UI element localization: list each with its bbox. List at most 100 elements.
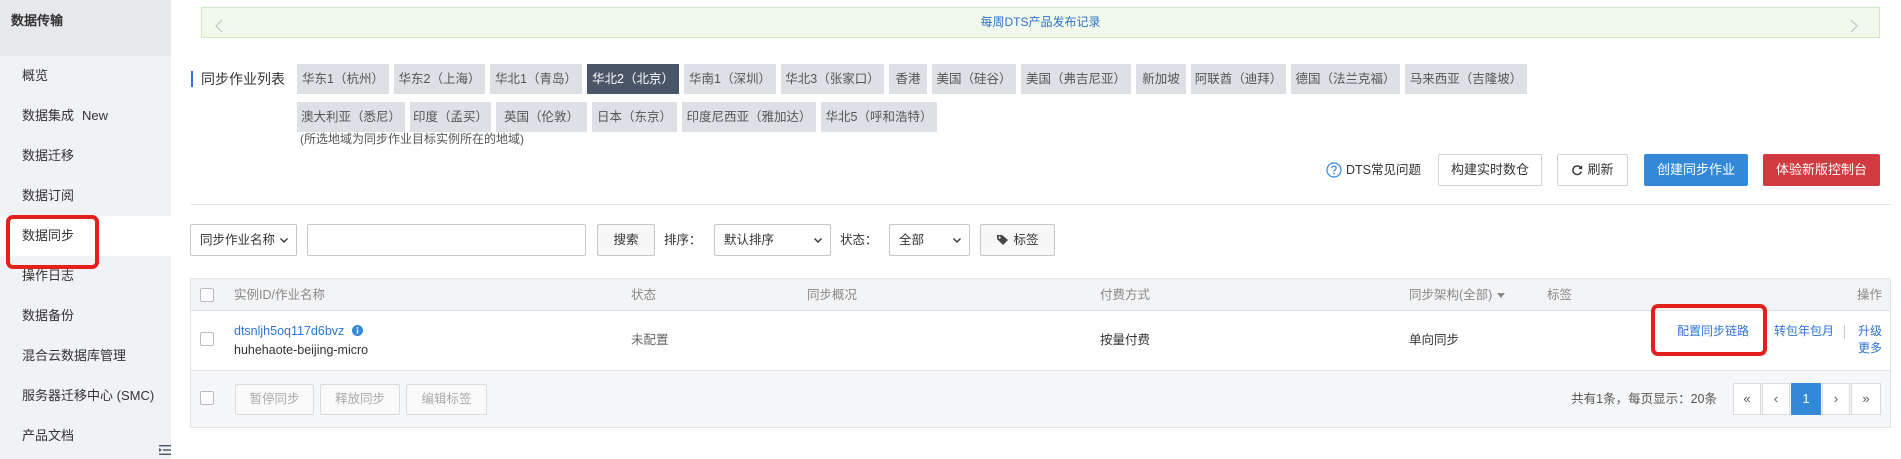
region-tab[interactable]: 英国（伦敦） <box>496 102 587 132</box>
next-page-button[interactable]: › <box>1822 383 1850 415</box>
info-icon[interactable] <box>352 324 364 336</box>
region-tab[interactable]: 华东2（上海） <box>394 64 485 94</box>
new-console-button[interactable]: 体验新版控制台 <box>1763 154 1880 186</box>
tag-icon <box>997 235 1009 245</box>
section-title-bar <box>191 71 193 87</box>
sidebar-item-migration[interactable]: 数据迁移 <box>0 136 171 176</box>
caret-down-icon <box>1497 293 1506 298</box>
billing-cell: 按量付费 <box>1100 333 1151 347</box>
more-action[interactable]: 更多 <box>1858 340 1882 357</box>
configure-link-action[interactable]: 配置同步链路 <box>1677 323 1749 340</box>
table-row: dtsnljh5oq117d6bvz huhehaote-beijing-mic… <box>191 311 1890 371</box>
refresh-button[interactable]: 刷新 <box>1557 154 1628 186</box>
current-page-button[interactable]: 1 <box>1791 383 1821 415</box>
sort-label: 排序： <box>664 233 702 247</box>
region-tabs-row: 华东1（杭州） 华东2（上海） 华北1（青岛） 华北2（北京） 华南1（深圳） … <box>297 64 1527 94</box>
sidebar-item-label: 混合云数据库管理 <box>22 348 127 363</box>
prev-page-button[interactable]: ‹ <box>1762 383 1790 415</box>
build-warehouse-button[interactable]: 构建实时数仓 <box>1438 154 1542 186</box>
column-header-status: 状态 <box>631 288 657 302</box>
instance-id-link[interactable]: dtsnljh5oq117d6bvz <box>234 324 344 338</box>
status-value: 全部 <box>899 233 925 247</box>
chevron-down-icon <box>814 238 822 243</box>
search-field-value: 同步作业名称 <box>200 233 276 247</box>
column-header-architecture[interactable]: 同步架构(全部) <box>1409 279 1506 311</box>
tag-filter-button[interactable]: 标签 <box>980 224 1055 256</box>
sidebar-item-hybrid-cloud[interactable]: 混合云数据库管理 <box>0 336 171 376</box>
last-page-button[interactable]: » <box>1851 383 1881 415</box>
region-note: (所选地域为同步作业目标实例所在的地域) <box>300 132 524 146</box>
search-button[interactable]: 搜索 <box>597 224 655 256</box>
new-badge: New <box>82 108 109 123</box>
release-sync-button[interactable]: 释放同步 <box>320 384 400 415</box>
status-select[interactable]: 全部 <box>889 224 970 256</box>
column-header-architecture-label: 同步架构(全部) <box>1409 288 1493 302</box>
column-header-instance: 实例ID/作业名称 <box>234 288 325 302</box>
row-checkbox[interactable] <box>200 332 214 346</box>
sidebar-item-overview[interactable]: 概览 <box>0 56 171 96</box>
sidebar-item-label: 数据集成 <box>22 108 75 123</box>
region-tab[interactable]: 印度尼西亚（雅加达） <box>682 102 816 132</box>
sidebar-item-operation-log[interactable]: 操作日志 <box>0 256 171 296</box>
sidebar-item-label: 数据迁移 <box>22 148 75 163</box>
help-circle-icon[interactable] <box>1326 162 1342 178</box>
notice-bar: 每周DTS产品发布记录 <box>201 7 1880 38</box>
instance-id-cell: dtsnljh5oq117d6bvz <box>234 323 364 340</box>
column-header-overview: 同步概况 <box>807 288 858 302</box>
table-header: 实例ID/作业名称 状态 同步概况 付费方式 同步架构(全部) 标签 操作 <box>191 279 1890 311</box>
sync-job-table: 实例ID/作业名称 状态 同步概况 付费方式 同步架构(全部) 标签 操作 dt… <box>190 278 1891 428</box>
sidebar-item-backup[interactable]: 数据备份 <box>0 296 171 336</box>
convert-subscription-action[interactable]: 转包年包月 <box>1774 323 1834 340</box>
sidebar-item-sync[interactable]: 数据同步 <box>0 216 171 256</box>
select-all-checkbox[interactable] <box>200 288 214 302</box>
sidebar-item-subscription[interactable]: 数据订阅 <box>0 176 171 216</box>
pagination-summary: 共有1条，每页显示：20条 <box>1571 392 1717 406</box>
region-tab[interactable]: 阿联酋（迪拜） <box>1191 64 1286 94</box>
edit-tags-button[interactable]: 编辑标签 <box>406 384 487 415</box>
region-tab[interactable]: 澳大利亚（悉尼） <box>297 102 405 132</box>
chevron-down-icon <box>953 238 961 243</box>
region-tab[interactable]: 香港 <box>889 64 927 94</box>
sidebar-title: 数据传输 <box>0 0 171 56</box>
search-input[interactable] <box>307 224 586 256</box>
pause-sync-button[interactable]: 暂停同步 <box>235 384 314 415</box>
sidebar-item-label: 数据同步 <box>22 228 75 243</box>
region-tab[interactable]: 马来西亚（吉隆坡） <box>1405 64 1527 94</box>
column-header-tags: 标签 <box>1547 288 1573 302</box>
region-tabs-row: 澳大利亚（悉尼） 印度（孟买） 英国（伦敦） 日本（东京） 印度尼西亚（雅加达）… <box>297 102 937 132</box>
sort-select[interactable]: 默认排序 <box>714 224 831 256</box>
sort-value: 默认排序 <box>724 233 775 247</box>
region-tab[interactable]: 印度（孟买） <box>410 102 491 132</box>
section-title: 同步作业列表 <box>191 70 291 88</box>
region-tab[interactable]: 华北3（张家口） <box>781 64 884 94</box>
region-tab[interactable]: 美国（弗吉尼亚） <box>1021 64 1131 94</box>
create-sync-job-button[interactable]: 创建同步作业 <box>1644 154 1748 186</box>
region-tab[interactable]: 美国（硅谷） <box>932 64 1016 94</box>
region-tab[interactable]: 华南1（深圳） <box>684 64 776 94</box>
region-tab[interactable]: 日本（东京） <box>592 102 677 132</box>
sidebar-item-label: 数据备份 <box>22 308 75 323</box>
chevron-right-icon[interactable] <box>1849 15 1859 33</box>
region-tab[interactable]: 德国（法兰克福） <box>1291 64 1400 94</box>
sidebar-item-smc[interactable]: 服务器迁移中心 (SMC) <box>0 376 171 416</box>
footer-select-all-checkbox[interactable] <box>200 391 214 405</box>
collapse-sidebar-icon[interactable] <box>159 444 171 456</box>
release-notes-link[interactable]: 每周DTS产品发布记录 <box>980 15 1100 29</box>
upgrade-action[interactable]: 升级 <box>1858 323 1882 340</box>
region-tab[interactable]: 华北1（青岛） <box>490 64 582 94</box>
region-tab[interactable]: 华北5（呼和浩特） <box>821 102 937 132</box>
sidebar-item-label: 概览 <box>22 68 49 83</box>
faq-link[interactable]: DTS常见问题 <box>1346 154 1421 186</box>
region-tab-active[interactable]: 华北2（北京） <box>587 64 679 94</box>
region-tab[interactable]: 华东1（杭州） <box>297 64 389 94</box>
chevron-left-icon[interactable] <box>214 15 224 33</box>
search-field-select[interactable]: 同步作业名称 <box>190 224 297 256</box>
action-separator <box>1844 325 1845 339</box>
architecture-cell: 单向同步 <box>1409 333 1460 347</box>
first-page-button[interactable]: « <box>1733 383 1761 415</box>
column-header-actions: 操作 <box>1856 288 1882 302</box>
region-tab[interactable]: 新加坡 <box>1136 64 1186 94</box>
section-title-text: 同步作业列表 <box>201 71 285 87</box>
sidebar-item-integration[interactable]: 数据集成 New <box>0 96 171 136</box>
sidebar-item-docs[interactable]: 产品文档 <box>0 416 171 456</box>
